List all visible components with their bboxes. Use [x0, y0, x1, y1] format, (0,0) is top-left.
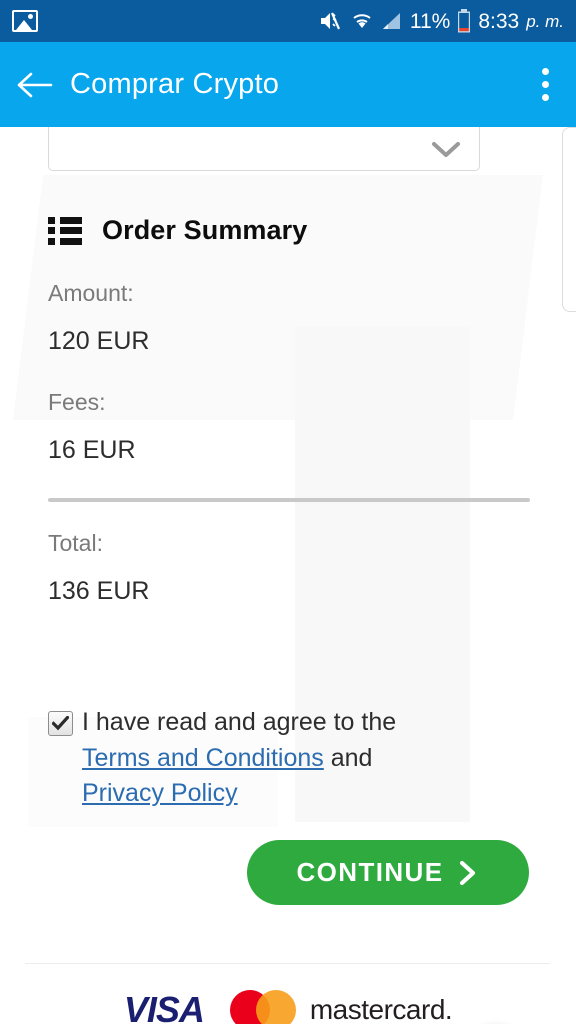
terms-section: I have read and agree to the Terms and C…	[48, 705, 518, 812]
side-panel-edge	[562, 127, 576, 312]
list-icon	[48, 216, 82, 245]
mute-icon	[319, 10, 343, 32]
order-summary-section: Order Summary Amount: 120 EUR Fees: 16 E…	[48, 215, 532, 639]
footer-divider	[25, 963, 550, 964]
status-bar: 11% 8:33 p. m.	[0, 0, 576, 42]
page-content: Order Summary Amount: 120 EUR Fees: 16 E…	[0, 127, 576, 1024]
terms-and-conditions-link[interactable]: Terms and Conditions	[82, 744, 324, 772]
photo-notification-icon	[12, 10, 38, 32]
terms-row: I have read and agree to the Terms and C…	[48, 705, 518, 812]
clock-ampm: p. m.	[526, 11, 564, 31]
page-title: Comprar Crypto	[70, 68, 280, 100]
amount-value: 120 EUR	[48, 327, 150, 355]
battery-low-icon	[457, 9, 471, 33]
status-bar-left	[12, 10, 38, 32]
visa-logo: VISA	[123, 989, 205, 1024]
payment-logos: VISA mastercard.	[0, 989, 576, 1024]
terms-text-lead: I have read and agree to the	[82, 708, 397, 736]
total-value: 136 EUR	[48, 577, 150, 605]
fees-value: 16 EUR	[48, 436, 136, 464]
arrow-left-icon	[17, 71, 53, 99]
fees-label: Fees:	[48, 389, 106, 415]
currency-select[interactable]	[48, 127, 480, 171]
order-summary-header: Order Summary	[48, 215, 532, 246]
order-summary-title: Order Summary	[102, 215, 308, 245]
more-vertical-icon-dot	[541, 81, 549, 88]
terms-checkbox[interactable]	[48, 711, 73, 736]
total-label: Total:	[48, 530, 103, 556]
app-bar: Comprar Crypto	[0, 42, 576, 127]
list-icon-row	[48, 227, 82, 234]
summary-divider	[48, 498, 530, 502]
continue-button-label: CONTINUE	[296, 857, 444, 887]
mastercard-logo: mastercard.	[229, 990, 453, 1024]
more-vertical-icon-dot	[541, 68, 549, 75]
signal-icon	[381, 10, 403, 32]
terms-conjunction: and	[330, 743, 373, 772]
overflow-menu-button[interactable]	[514, 42, 576, 127]
battery-percent-label: 11%	[409, 9, 451, 33]
privacy-policy-link[interactable]: Privacy Policy	[82, 779, 238, 807]
wifi-icon	[350, 10, 374, 32]
chevron-down-icon	[431, 140, 461, 160]
terms-text: I have read and agree to the Terms and C…	[82, 705, 396, 812]
more-vertical-icon-dot	[541, 94, 549, 101]
chevron-right-icon	[457, 860, 479, 886]
list-icon-row	[48, 216, 82, 224]
clock-time: 8:33	[478, 9, 520, 33]
amount-label: Amount:	[48, 280, 134, 306]
continue-button[interactable]: CONTINUE	[247, 840, 529, 905]
mastercard-wordmark: mastercard.	[309, 994, 453, 1024]
status-bar-right: 11% 8:33 p. m.	[319, 9, 564, 33]
mastercard-circles-icon	[229, 990, 296, 1024]
back-button[interactable]	[0, 42, 70, 127]
list-icon-row	[48, 237, 82, 245]
